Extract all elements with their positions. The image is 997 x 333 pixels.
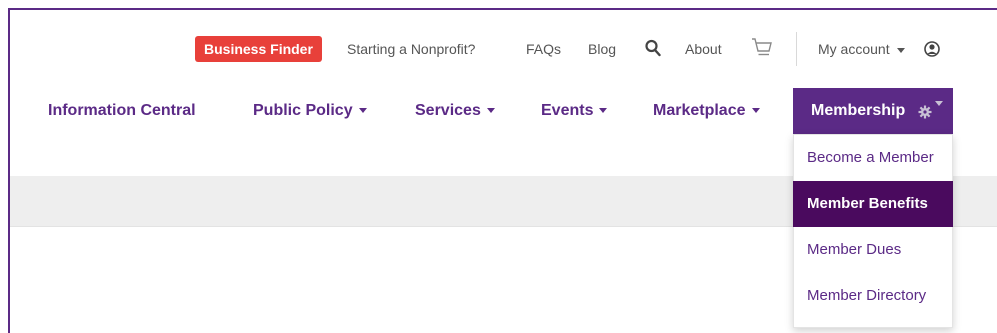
- divider: [796, 32, 797, 66]
- chevron-down-icon: [358, 108, 367, 114]
- business-finder-button[interactable]: Business Finder: [195, 36, 322, 62]
- gear-icon[interactable]: [918, 92, 932, 138]
- about-link[interactable]: About: [685, 36, 722, 62]
- nav-label: Events: [541, 102, 594, 119]
- nav-label: Marketplace: [653, 102, 746, 119]
- chevron-down-icon: [751, 108, 760, 114]
- nav-services[interactable]: Services: [415, 88, 495, 134]
- nav-label: Information Central: [48, 102, 196, 119]
- nav-membership[interactable]: Membership: [793, 88, 953, 134]
- main-nav: Information Central Public Policy Servic…: [10, 88, 997, 134]
- nav-marketplace[interactable]: Marketplace: [653, 88, 760, 134]
- chevron-down-icon: [486, 108, 495, 114]
- chevron-down-icon: [599, 108, 608, 114]
- nav-label: Public Policy: [253, 102, 353, 119]
- user-circle-icon[interactable]: [924, 41, 940, 62]
- my-account-label: My account: [818, 41, 890, 57]
- nav-public-policy[interactable]: Public Policy: [253, 88, 367, 134]
- nav-events[interactable]: Events: [541, 88, 608, 134]
- cart-icon[interactable]: [751, 36, 773, 63]
- blog-link[interactable]: Blog: [588, 36, 616, 62]
- faqs-link[interactable]: FAQs: [526, 36, 561, 62]
- my-account-link[interactable]: My account: [818, 36, 906, 62]
- utility-bar: Business Finder Starting a Nonprofit? FA…: [10, 32, 997, 66]
- dropdown-item-member-dues[interactable]: Member Dues: [794, 227, 952, 273]
- nav-label: Membership: [811, 102, 906, 119]
- dropdown-item-member-directory[interactable]: Member Directory: [794, 273, 952, 319]
- starting-nonprofit-link[interactable]: Starting a Nonprofit?: [347, 36, 475, 62]
- search-icon[interactable]: [645, 39, 661, 62]
- chevron-down-icon: [897, 47, 906, 53]
- nav-label: Services: [415, 102, 481, 119]
- membership-dropdown: Become a Member Member Benefits Member D…: [793, 134, 953, 328]
- page-frame: Business Finder Starting a Nonprofit? FA…: [8, 8, 997, 333]
- chevron-down-icon: [935, 101, 943, 106]
- dropdown-item-become-member[interactable]: Become a Member: [794, 135, 952, 181]
- dropdown-item-member-benefits[interactable]: Member Benefits: [793, 181, 953, 227]
- nav-information-central[interactable]: Information Central: [48, 88, 196, 134]
